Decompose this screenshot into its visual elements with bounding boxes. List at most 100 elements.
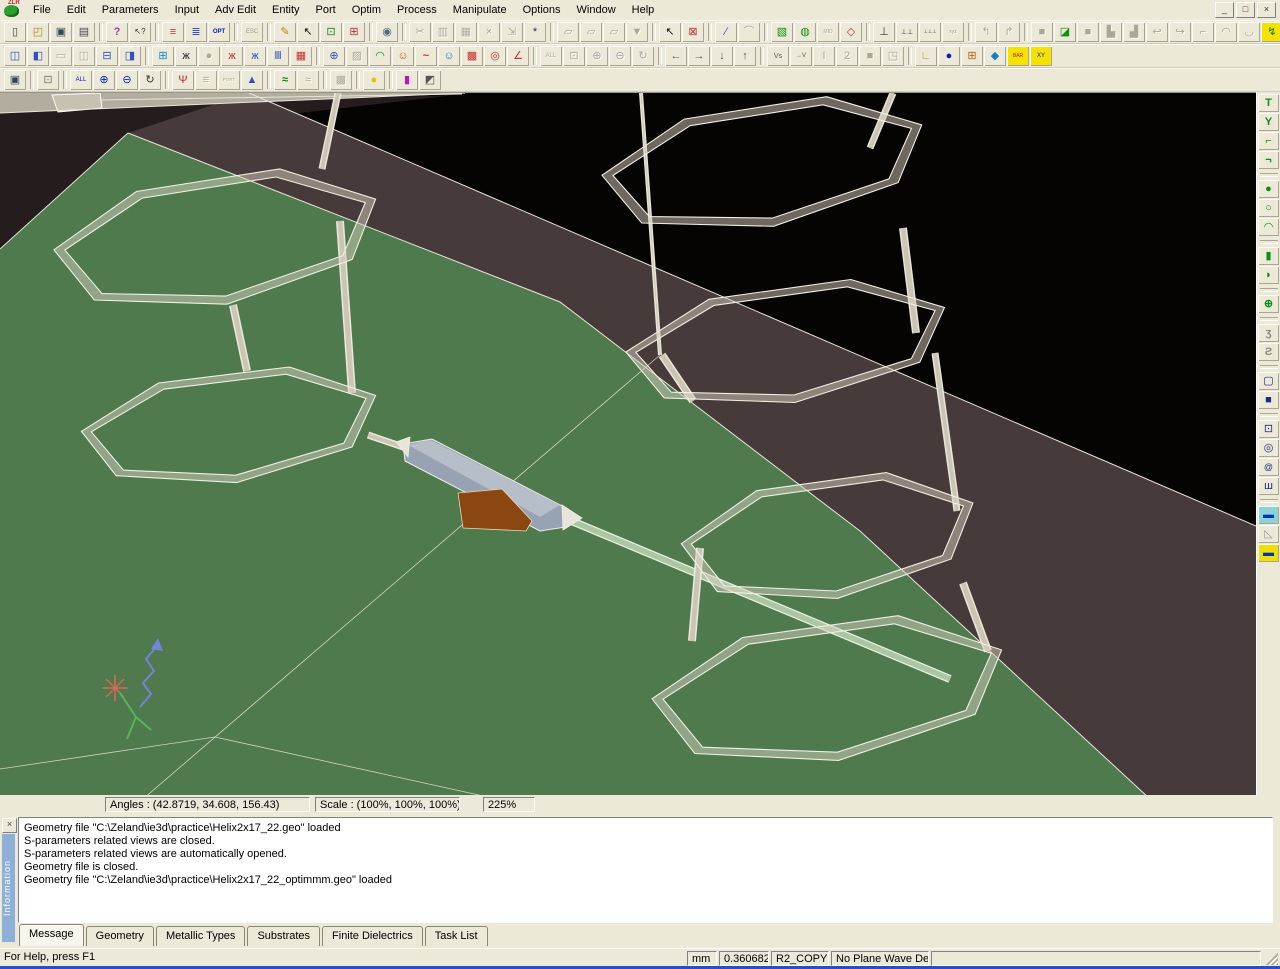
vs-view-button[interactable]: Vs [767, 46, 789, 66]
to-v-view-button[interactable]: →V [790, 46, 812, 66]
pick-vertex-button[interactable]: ↖ [659, 22, 681, 42]
optimization-vars-button[interactable]: OPT [208, 22, 230, 42]
spiral-coil-button[interactable]: Ƨ [1258, 343, 1279, 361]
menu-edit[interactable]: Edit [59, 1, 94, 19]
menu-input[interactable]: Input [167, 1, 207, 19]
square-outline-button[interactable]: ▢ [1258, 372, 1279, 390]
fill-color-button[interactable]: ◩ [419, 70, 441, 90]
pipe-bend-button[interactable]: ◗ [1258, 266, 1279, 284]
pattern-3d-button[interactable]: ◆ [984, 46, 1006, 66]
grid-3d-button[interactable]: ⊞ [961, 46, 983, 66]
menu-port[interactable]: Port [308, 1, 344, 19]
wedge-shape-button[interactable]: ◺ [1258, 525, 1279, 543]
restore-button[interactable]: □ [1236, 2, 1255, 18]
menu-help[interactable]: Help [624, 1, 663, 19]
pan-left-button[interactable]: ← [665, 46, 687, 66]
display-columns-button[interactable]: Ⅲ [267, 46, 289, 66]
pattern-body-button[interactable]: ☺ [392, 46, 414, 66]
select-arrow-button[interactable]: ↖ [297, 22, 319, 42]
current-waves-button[interactable]: ≈ [274, 70, 296, 90]
spiral-inductor-button[interactable]: @ [1258, 458, 1279, 476]
minimize-button[interactable]: _ [1215, 2, 1234, 18]
sphere-3d-button[interactable]: ● [938, 46, 960, 66]
helix-coil-button[interactable]: ʒ [1258, 324, 1279, 342]
select-polygon-button[interactable]: ⊡ [320, 22, 342, 42]
tab-message[interactable]: Message [19, 924, 84, 946]
draw-pencil-button[interactable]: ✎ [274, 22, 296, 42]
save-file-button[interactable]: ▣ [50, 22, 72, 42]
tab-task-list[interactable]: Task List [425, 926, 488, 946]
close-button[interactable]: × [1257, 2, 1276, 18]
radiation-arc-button[interactable]: ◠ [369, 46, 391, 66]
context-help-button[interactable]: ↖? [129, 22, 151, 42]
menu-file[interactable]: File [25, 1, 59, 19]
circle-plus-button[interactable]: ⊕ [1258, 295, 1279, 313]
simulate-em-button[interactable]: ж [221, 46, 243, 66]
view-zoom-in-button[interactable]: ⊕ [93, 70, 115, 90]
layer-list-alt-button[interactable]: ≣ [185, 22, 207, 42]
select-polygon-group-button[interactable]: ⊞ [343, 22, 365, 42]
resize-grip[interactable] [1266, 953, 1278, 965]
define-port-array-button[interactable]: ⊥⊥⊥ [919, 22, 941, 42]
quick-run-button[interactable]: ↯ [1261, 22, 1280, 42]
tee-junction-button[interactable]: T [1258, 94, 1279, 112]
window-tile-button[interactable]: ⊟ [96, 46, 118, 66]
layer-list-button[interactable]: ≡ [162, 22, 184, 42]
message-log[interactable]: Geometry file "C:\Zeland\ie3d\practice\H… [18, 817, 1273, 923]
elevation-view-button[interactable]: ▲ [241, 70, 263, 90]
draw-rectangle-button[interactable]: ▧ [771, 22, 793, 42]
angle-plot-button[interactable]: ∠ [507, 46, 529, 66]
ring-shape-button[interactable]: ○ [1258, 199, 1279, 217]
save-view-button[interactable]: ▣ [4, 70, 26, 90]
print-button[interactable]: ▤ [73, 22, 95, 42]
close-info-panel-button[interactable]: × [2, 818, 17, 833]
escape-command-button[interactable]: ESC [241, 22, 263, 42]
smith-chart-button[interactable]: ⊕ [323, 46, 345, 66]
chip-component-2-button[interactable]: ▬ [1258, 544, 1279, 562]
pattern-body-2-button[interactable]: ☺ [438, 46, 460, 66]
pan-down-button[interactable]: ↓ [711, 46, 733, 66]
circular-spiral-button[interactable]: ◎ [1258, 439, 1279, 457]
meander-line-button[interactable]: ш [1258, 477, 1279, 495]
draw-circle-button[interactable]: ◍ [794, 22, 816, 42]
simulate-opt-button[interactable]: ж [244, 46, 266, 66]
3d-geometry-viewport[interactable] [0, 92, 1256, 796]
axes-display-button[interactable]: Ψ [172, 70, 194, 90]
open-file-button[interactable]: ◰ [27, 22, 49, 42]
view-refresh-button[interactable]: ↻ [139, 70, 161, 90]
square-spiral-button[interactable]: ⊡ [1258, 420, 1279, 438]
cylinder-shape-button[interactable]: ▮ [1258, 247, 1279, 265]
square-filled-button[interactable]: ■ [1258, 391, 1279, 409]
pan-right-button[interactable]: → [688, 46, 710, 66]
arc-shape-button[interactable]: ◠ [1258, 218, 1279, 236]
window-select-button[interactable]: ◫ [4, 46, 26, 66]
toggle-visibility-button[interactable]: ◉ [376, 22, 398, 42]
current-grid-button[interactable]: ▩ [461, 46, 483, 66]
tab-geometry[interactable]: Geometry [86, 926, 154, 946]
menu-entity[interactable]: Entity [264, 1, 308, 19]
zoom-box-view-button[interactable]: ⊡ [37, 70, 59, 90]
tab-metallic-types[interactable]: Metallic Types [156, 926, 246, 946]
s-curve-button[interactable]: ~ [415, 46, 437, 66]
tab-finite-dielectrics[interactable]: Finite Dielectrics [322, 926, 423, 946]
menu-window[interactable]: Window [569, 1, 624, 19]
simulate-button[interactable]: ж [175, 46, 197, 66]
menu-adv-edit[interactable]: Adv Edit [207, 1, 264, 19]
mesh-view-button[interactable]: ⊞ [152, 46, 174, 66]
highlight-bulb-button[interactable]: ● [363, 70, 385, 90]
menu-optim[interactable]: Optim [344, 1, 389, 19]
draw-line-button[interactable]: ∕ [715, 22, 737, 42]
view-zoom-out-button[interactable]: ⊖ [116, 70, 138, 90]
about-help-button[interactable]: ? [106, 22, 128, 42]
define-port-pair-button[interactable]: ⊥⊥ [896, 22, 918, 42]
bar-chart-button[interactable]: BAR [1007, 46, 1029, 66]
y-junction-button[interactable]: Y [1258, 113, 1279, 131]
merge-2-button[interactable]: ◪ [1054, 22, 1076, 42]
chip-component-button[interactable]: ▬ [1258, 506, 1279, 524]
s-param-table-button[interactable]: ▦ [290, 46, 312, 66]
draw-polygon-button[interactable]: ◇ [840, 22, 862, 42]
define-port-button[interactable]: ⊥ [873, 22, 895, 42]
view-all-button[interactable]: ALL [70, 70, 92, 90]
ellipse-shape-button[interactable]: ● [1258, 180, 1279, 198]
clear-all-button[interactable]: * [524, 22, 546, 42]
